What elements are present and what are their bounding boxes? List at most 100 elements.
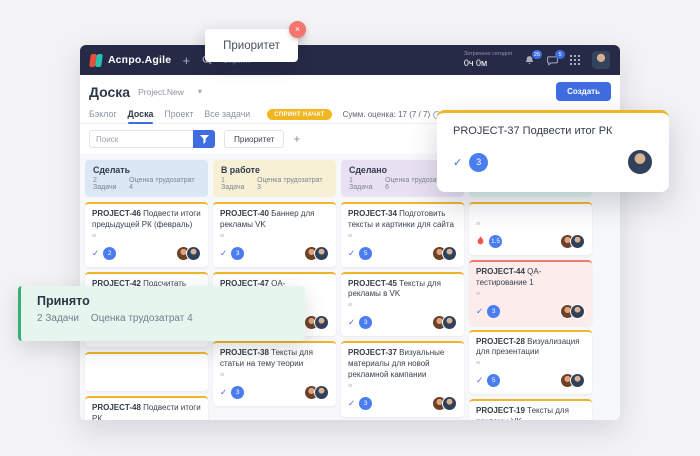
time-tracker[interactable]: Затрачено сегодня 0ч 0м: [464, 51, 512, 69]
estimate-badge: 5: [359, 247, 372, 260]
board-column: Сделано1 ЗадачаОценка трудозатрат 6PROJE…: [341, 160, 464, 420]
chevron-down-icon: ▾: [198, 87, 202, 96]
task-card[interactable]: PROJECT-44 QA-тестирование 1≡✓3: [469, 260, 592, 325]
check-icon: ✓: [348, 398, 355, 409]
chat-icon[interactable]: 5: [546, 54, 558, 66]
apps-grid-icon[interactable]: [569, 54, 581, 66]
screen: Аспро.Agile + Спринт Затрачено сегодня 0…: [0, 0, 700, 456]
description-icon: ≡: [348, 233, 457, 240]
accepted-meta: 2 Задачи Оценка трудозатрат 4: [37, 313, 289, 324]
avatar: [314, 246, 329, 261]
task-footer: ✓3: [348, 315, 457, 330]
logo-icon: [90, 54, 103, 67]
column-task-count: 1 Задача: [221, 177, 250, 191]
create-button[interactable]: Создать: [556, 82, 611, 101]
task-id: PROJECT-45: [348, 279, 397, 288]
column-name: Сделать: [93, 165, 200, 175]
estimate-badge: 2: [103, 247, 116, 260]
assignee-avatars: [560, 373, 585, 388]
assignee-avatars: [432, 315, 457, 330]
task-card[interactable]: PROJECT-28 Визуализация для презентации≡…: [469, 330, 592, 395]
check-icon: ✓: [220, 387, 227, 398]
estimate-badge: 3: [231, 386, 244, 399]
task-card[interactable]: PROJECT-34 Подготовить тексты и картинки…: [341, 202, 464, 267]
task-id: PROJECT-40: [220, 209, 269, 218]
task-id: PROJECT-28: [476, 337, 525, 346]
task-card[interactable]: ≡1.5: [469, 202, 592, 255]
assignee-avatars: [432, 396, 457, 411]
task-id: PROJECT-19: [476, 406, 525, 415]
board-column: Принято2 ЗадачиОценка трудозатрат 4≡1.5P…: [469, 160, 592, 420]
time-value: 0ч 0м: [464, 58, 512, 69]
accepted-title: Принято: [37, 294, 289, 308]
tab-board[interactable]: Доска: [128, 107, 154, 123]
avatar: [570, 373, 585, 388]
task-card[interactable]: PROJECT-45 Тексты для рекламы в VK≡ ✓3: [341, 272, 464, 337]
task-title: PROJECT-19 Тексты для рекламы VK: [476, 406, 585, 420]
tab-backlog[interactable]: Бэклог: [89, 107, 117, 123]
task-card[interactable]: PROJECT-37 Визуальные материалы для ново…: [341, 341, 464, 416]
task-footer: ✓3: [348, 396, 457, 411]
notifications-bell-icon[interactable]: 26: [523, 54, 535, 66]
task-card[interactable]: PROJECT-48 Подвести итоги РК≡✓3: [85, 396, 208, 420]
task-footer: ✓3: [220, 246, 329, 261]
tab-all-tasks[interactable]: Все задачи: [204, 107, 250, 123]
task-callout-title: PROJECT-37 Подвести итог РК: [453, 125, 653, 137]
assignee-avatars: [176, 246, 201, 261]
avatar: [442, 246, 457, 261]
assignee-avatars: [304, 385, 329, 400]
check-icon: ✓: [476, 375, 483, 386]
task-card[interactable]: [85, 352, 208, 391]
description-icon: ≡: [348, 302, 457, 309]
accepted-effort: Оценка трудозатрат 4: [91, 313, 193, 324]
assignee-avatars: [560, 304, 585, 319]
assignee-avatars: [560, 234, 585, 249]
avatar: [442, 396, 457, 411]
task-card-callout[interactable]: PROJECT-37 Подвести итог РК ✓ 3: [437, 110, 669, 192]
app-logo[interactable]: Аспро.Agile: [90, 54, 171, 67]
description-icon: ≡: [220, 233, 329, 240]
project-select[interactable]: Project.New ▾: [138, 87, 202, 97]
task-title: PROJECT-40 Баннер для рекламы VK: [220, 209, 329, 231]
description-icon: ≡: [348, 383, 457, 390]
description-icon: ≡: [220, 372, 329, 379]
sprint-status-badge: СПРИНТ НАЧАТ: [267, 109, 331, 120]
estimate-badge: 3: [231, 247, 244, 260]
task-footer: ✓5: [348, 246, 457, 261]
task-title: PROJECT-45 Тексты для рекламы в VK: [348, 279, 457, 301]
estimate-badge: 3: [359, 397, 372, 410]
accepted-column-callout: Принято 2 Задачи Оценка трудозатрат 4: [18, 286, 305, 341]
description-icon: ≡: [476, 360, 585, 367]
assignee-avatars: [304, 315, 329, 330]
priority-filter-chip[interactable]: Приоритет: [224, 130, 284, 148]
avatar: [570, 234, 585, 249]
close-icon[interactable]: ×: [289, 21, 306, 38]
description-icon: ≡: [92, 233, 201, 240]
assignee-avatars: [304, 246, 329, 261]
priority-tooltip: Приоритет ×: [205, 29, 298, 62]
add-icon[interactable]: +: [180, 54, 192, 66]
add-filter-button[interactable]: +: [293, 133, 300, 145]
estimate-badge: 5: [487, 374, 500, 387]
task-id: PROJECT-38: [220, 348, 269, 357]
assignee-avatars: [432, 246, 457, 261]
task-footer: ✓5: [476, 373, 585, 388]
task-title: PROJECT-46 Подвести итоги предыдущей РК …: [92, 209, 201, 231]
check-icon: ✓: [220, 248, 227, 259]
user-avatar[interactable]: [592, 51, 610, 69]
task-card[interactable]: PROJECT-46 Подвести итоги предыдущей РК …: [85, 202, 208, 267]
check-icon: ✓: [348, 248, 355, 259]
task-card[interactable]: PROJECT-40 Баннер для рекламы VK≡✓3: [213, 202, 336, 267]
tab-project[interactable]: Проект: [164, 107, 193, 123]
top-navbar: Аспро.Agile + Спринт Затрачено сегодня 0…: [80, 45, 620, 75]
task-card[interactable]: PROJECT-19 Тексты для рекламы VK≡✓5: [469, 399, 592, 420]
project-name: Project.New: [138, 87, 184, 97]
check-icon: ✓: [348, 317, 355, 328]
search-input[interactable]: [89, 130, 193, 148]
filter-funnel-button[interactable]: [193, 130, 215, 148]
task-title: PROJECT-28 Визуализация для презентации: [476, 337, 585, 359]
task-id: PROJECT-44: [476, 267, 525, 276]
task-card[interactable]: PROJECT-38 Тексты для статьи на тему тео…: [213, 341, 336, 406]
task-id: PROJECT-37: [348, 348, 397, 357]
check-icon: ✓: [476, 306, 483, 317]
